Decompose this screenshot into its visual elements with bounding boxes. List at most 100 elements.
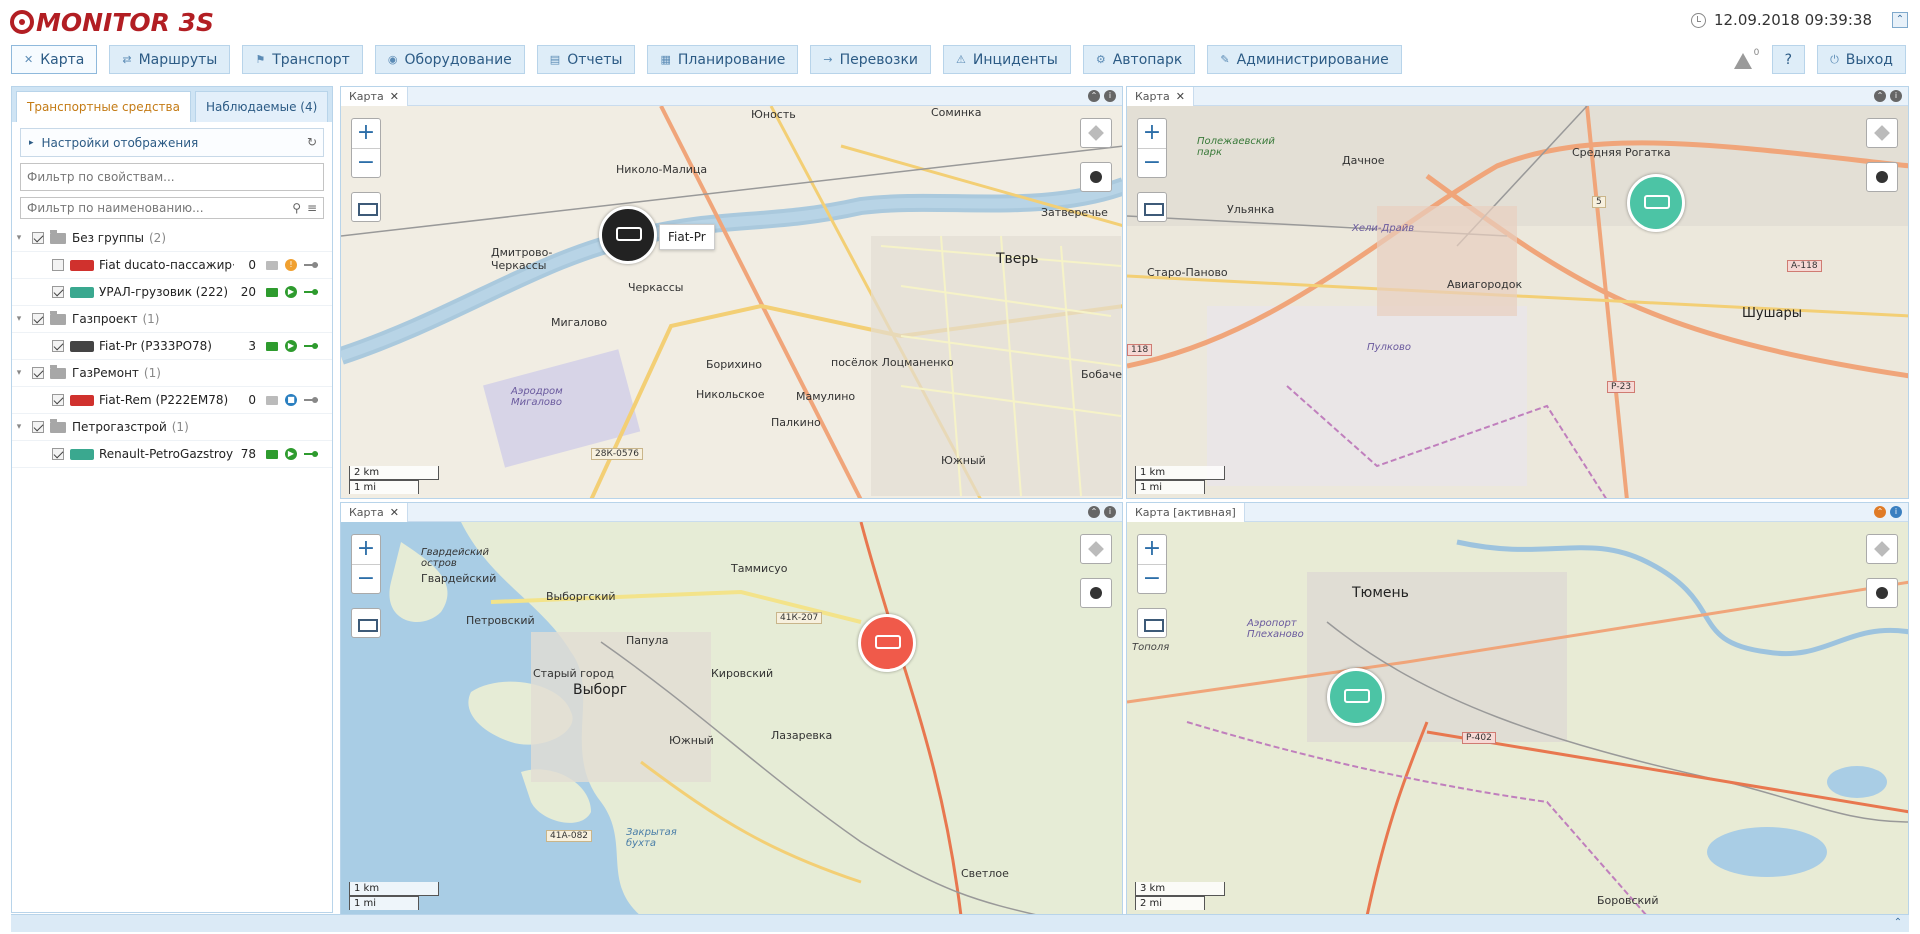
map-tab[interactable]: Карта [активная] — [1127, 503, 1245, 522]
vehicle-marker[interactable] — [1327, 668, 1385, 726]
place-label: Старый город — [533, 667, 614, 680]
vehicle-checkbox[interactable] — [52, 394, 64, 406]
display-settings-toggle[interactable]: ▸ Настройки отображения ↻ — [20, 128, 324, 157]
nav-wrench[interactable]: ✎ Администрирование — [1207, 45, 1402, 74]
vehicle-row[interactable]: УРАЛ-грузовик (222) 20 ▶ — [12, 279, 332, 306]
ruler-button[interactable] — [351, 192, 381, 222]
vehicle-marker[interactable] — [858, 614, 916, 672]
collapse-header-button[interactable]: ⌃ — [1892, 12, 1908, 28]
layers-button[interactable] — [1080, 118, 1112, 148]
top-bar: MONITOR 3S 12.09.2018 09:39:38 ⌃ — [0, 0, 1920, 44]
vehicle-checkbox[interactable] — [52, 340, 64, 352]
zoom-out-button[interactable]: − — [1138, 149, 1166, 179]
nav-rss[interactable]: ◉ Оборудование — [374, 45, 525, 74]
nav-routes[interactable]: ⇄ Маршруты — [109, 45, 231, 74]
vehicle-row[interactable]: Fiat-Rem (Р222ЕМ78) 0 ■ — [12, 387, 332, 414]
group-row[interactable]: ▾ ГазРемонт (1) — [12, 360, 332, 387]
expand-icon[interactable]: ▾ — [12, 233, 26, 243]
vehicle-row[interactable]: Renault-PetroGazstroy··· 78 ▶ — [12, 441, 332, 468]
vehicle-marker[interactable] — [1627, 174, 1685, 232]
layers-button[interactable] — [1866, 118, 1898, 148]
nav-map[interactable]: ✕ Карта — [11, 45, 98, 74]
help-button[interactable]: ? — [1771, 45, 1806, 74]
close-icon[interactable]: ✕ — [390, 90, 399, 103]
collapse-icon[interactable]: ⌃ — [1088, 506, 1100, 518]
map-canvas[interactable]: Тюмень Аэропорт Плеханово Тополя Боровск… — [1127, 522, 1908, 914]
zoom-in-button[interactable]: + — [352, 535, 380, 565]
close-icon[interactable]: ✕ — [390, 506, 399, 519]
expand-icon[interactable]: ▾ — [12, 368, 26, 378]
group-checkbox[interactable] — [32, 232, 44, 244]
group-row[interactable]: ▾ Петрогазстрой (1) — [12, 414, 332, 441]
ruler-button[interactable] — [351, 608, 381, 638]
zoom-out-button[interactable]: − — [352, 565, 380, 595]
group-checkbox[interactable] — [32, 367, 44, 379]
nav-report[interactable]: ▤ Отчеты — [536, 45, 636, 74]
ruler-button[interactable] — [1137, 192, 1167, 222]
zoom-out-button[interactable]: − — [1138, 565, 1166, 595]
info-icon[interactable]: i — [1890, 506, 1902, 518]
layers-button[interactable] — [1080, 534, 1112, 564]
vehicle-checkbox[interactable] — [52, 448, 64, 460]
clear-filter-icon[interactable]: ≡ — [307, 201, 317, 215]
zoom-in-button[interactable]: + — [1138, 119, 1166, 149]
nav-warning[interactable]: ⚠ Инциденты — [943, 45, 1071, 74]
map-tab[interactable]: Карта ✕ — [341, 503, 408, 522]
tab-watched[interactable]: Наблюдаемые (4) — [194, 91, 329, 122]
nav-right: 0 ? ⏻ Выход — [1730, 45, 1906, 74]
vehicle-row[interactable]: Fiat-Pr (Р333РО78) 3 ▶ — [12, 333, 332, 360]
map-header: Карта [активная] ⌃ i — [1127, 503, 1908, 522]
group-checkbox[interactable] — [32, 313, 44, 325]
scale-km: 3 km — [1135, 882, 1225, 896]
zoom-in-button[interactable]: + — [352, 119, 380, 149]
map-canvas[interactable]: Гвардейский остров Гвардейский Выборгски… — [341, 522, 1122, 914]
expand-icon[interactable]: ▾ — [12, 422, 26, 432]
collapse-icon[interactable]: ⌃ — [1874, 506, 1886, 518]
vehicle-row[interactable]: Fiat ducato-пассажир··· 0! — [12, 252, 332, 279]
vehicle-marker-label: Fiat-Pr — [659, 224, 715, 250]
nav-arrow[interactable]: → Перевозки — [810, 45, 932, 74]
vehicle-marker[interactable] — [599, 206, 657, 264]
collapse-icon[interactable]: ⌃ — [1874, 90, 1886, 102]
place-label: Выборгский — [546, 590, 616, 603]
vehicle-checkbox[interactable] — [52, 286, 64, 298]
globe-button[interactable] — [1080, 162, 1112, 192]
nav-flag[interactable]: ⚑ Транспорт — [242, 45, 363, 74]
globe-button[interactable] — [1866, 578, 1898, 608]
logout-button[interactable]: ⏻ Выход — [1817, 45, 1906, 74]
app-logo[interactable]: MONITOR 3S — [10, 7, 214, 37]
zoom-in-button[interactable]: + — [1138, 535, 1166, 565]
map-canvas[interactable]: Полежаевский парк Дачное Средняя Рогатка… — [1127, 106, 1908, 498]
layers-button[interactable] — [1866, 534, 1898, 564]
globe-button[interactable] — [1080, 578, 1112, 608]
group-row[interactable]: ▾ Без группы (2) — [12, 225, 332, 252]
info-icon[interactable]: i — [1104, 506, 1116, 518]
ruler-button[interactable] — [1137, 608, 1167, 638]
alerts-indicator[interactable]: 0 — [1730, 45, 1760, 74]
globe-button[interactable] — [1866, 162, 1898, 192]
zoom-out-button[interactable]: − — [352, 149, 380, 179]
map-tab[interactable]: Карта ✕ — [1127, 87, 1194, 106]
group-row[interactable]: ▾ Газпроект (1) — [12, 306, 332, 333]
info-icon[interactable]: i — [1890, 90, 1902, 102]
place-label: Затверечье — [1041, 206, 1108, 219]
search-icon[interactable]: ⚲ — [292, 201, 301, 215]
tab-vehicles[interactable]: Транспортные средства — [16, 91, 191, 122]
close-icon[interactable]: ✕ — [1176, 90, 1185, 103]
info-icon[interactable]: i — [1104, 90, 1116, 102]
group-checkbox[interactable] — [32, 421, 44, 433]
logo-icon — [10, 10, 34, 34]
collapse-icon[interactable]: ⌃ — [1088, 90, 1100, 102]
filter-name-input[interactable]: Фильтр по наименованию... ⚲ ≡ — [20, 197, 324, 219]
nav-gear[interactable]: ⚙ Автопарк — [1082, 45, 1196, 74]
expand-footer-button[interactable]: ⌃ — [1891, 917, 1905, 931]
filter-properties-input[interactable]: Фильтр по свойствам... — [20, 163, 324, 191]
map-tab[interactable]: Карта ✕ — [341, 87, 408, 106]
vehicle-checkbox[interactable] — [52, 259, 64, 271]
expand-icon[interactable]: ▾ — [12, 314, 26, 324]
place-label: Гвардейский остров — [421, 547, 490, 569]
map-canvas[interactable]: Юность Соминка Николо-Малица Дмитрово-Че… — [341, 106, 1122, 498]
app-title: MONITOR 3S — [36, 7, 215, 37]
nav-calendar[interactable]: ▦ Планирование — [647, 45, 799, 74]
refresh-icon[interactable]: ↻ — [307, 135, 317, 149]
